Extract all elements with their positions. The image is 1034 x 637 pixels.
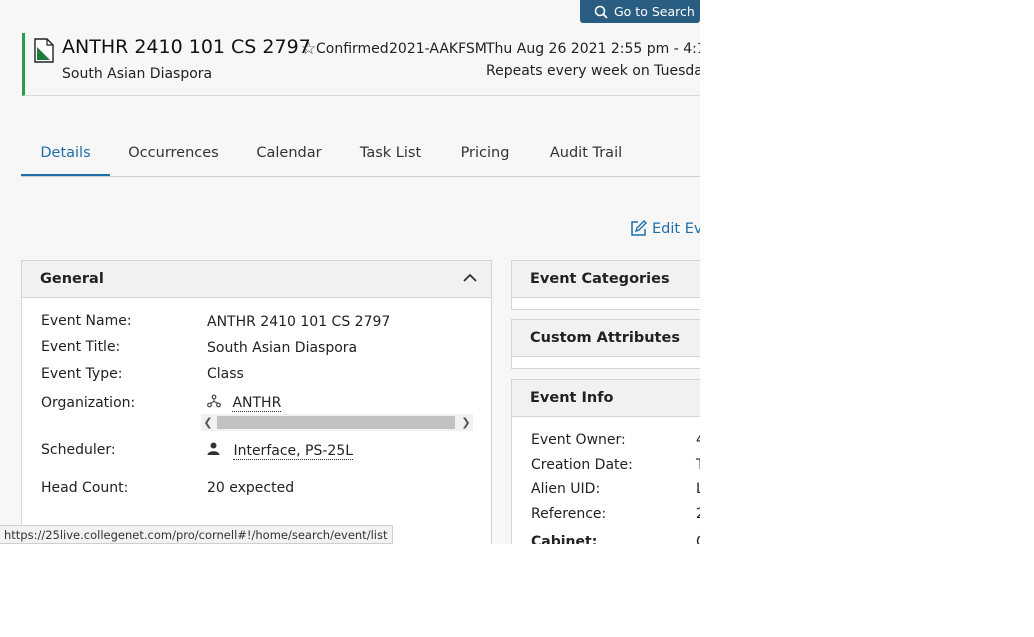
tab-task-list[interactable]: Task List (359, 145, 422, 174)
organization-label: Organization: (41, 395, 136, 411)
search-icon (594, 5, 608, 19)
go-to-search-label: Go to Search (614, 4, 695, 19)
person-icon (207, 442, 220, 455)
event-name-heading: ANTHR 2410 101 CS 2797 (62, 36, 311, 58)
scheduler-value: Interface, PS-25L (207, 442, 354, 460)
general-panel: General Event Name: ANTHR 2410 101 CS 27… (21, 260, 492, 544)
edit-event-label: Edit Eve (652, 220, 700, 237)
head-count-label: Head Count: (41, 480, 129, 496)
scroll-left-arrow-icon[interactable]: ❮ (201, 414, 215, 431)
creation-date-label: Creation Date: (531, 457, 633, 473)
tab-occurrences[interactable]: Occurrences (126, 145, 221, 174)
chevron-up-icon[interactable] (463, 273, 477, 283)
cabinet-value: C (696, 534, 700, 544)
tab-calendar[interactable]: Calendar (256, 145, 322, 174)
event-owner-value: 4 (696, 432, 700, 448)
event-info-panel: Event Info Event Owner: 4 Creation Date:… (511, 379, 700, 544)
alien-uid-label: Alien UID: (531, 481, 601, 497)
organization-link[interactable]: ANTHR (232, 395, 282, 412)
organization-icon (207, 394, 221, 408)
tab-details[interactable]: Details (21, 145, 110, 176)
reference-value: 2 (696, 506, 700, 522)
app-viewport: Go to Search ANTHR 2410 101 CS 2797 ☆ Co… (0, 0, 700, 544)
creation-date-value: T (696, 457, 700, 473)
event-title-label: Event Title: (41, 339, 121, 355)
event-title-value: South Asian Diaspora (207, 340, 358, 356)
general-heading: General (40, 271, 104, 287)
tab-audit-trail[interactable]: Audit Trail (549, 145, 623, 174)
event-header: ANTHR 2410 101 CS 2797 ☆ Confirmed 2021-… (22, 33, 700, 96)
go-to-search-button[interactable]: Go to Search (580, 0, 700, 23)
event-owner-label: Event Owner: (531, 432, 626, 448)
event-datetime: Thu Aug 26 2021 2:55 pm - 4:10 p (486, 41, 700, 57)
event-state: Confirmed (316, 41, 389, 57)
status-bar-url: https://25live.collegenet.com/pro/cornel… (0, 525, 394, 544)
event-categories-header[interactable]: Event Categories (512, 261, 700, 298)
event-type-label: Event Type: (41, 366, 123, 382)
scheduler-label: Scheduler: (41, 442, 116, 458)
cabinet-label: Cabinet: (531, 534, 598, 544)
organization-value: ANTHR (207, 394, 282, 412)
event-name-value: ANTHR 2410 101 CS 2797 (207, 314, 391, 330)
detail-tabs: Details Occurrences Calendar Task List P… (21, 145, 700, 177)
event-repeat-text: Repeats every week on Tuesday a (486, 63, 700, 79)
scroll-thumb[interactable] (217, 416, 455, 429)
alien-uid-value: L (696, 481, 700, 497)
favorite-star-icon[interactable]: ☆ (301, 39, 316, 59)
tab-pricing[interactable]: Pricing (459, 145, 511, 174)
edit-event-link[interactable]: Edit Eve (630, 220, 700, 237)
edit-icon (631, 220, 647, 236)
scroll-right-arrow-icon[interactable]: ❯ (459, 414, 473, 431)
event-type-value: Class (207, 366, 244, 382)
general-panel-header[interactable]: General (22, 261, 491, 298)
event-info-header[interactable]: Event Info (512, 380, 700, 417)
scheduler-link[interactable]: Interface, PS-25L (233, 443, 354, 460)
event-name-label: Event Name: (41, 313, 132, 329)
custom-attributes-header[interactable]: Custom Attributes (512, 320, 700, 357)
head-count-value: 20 expected (207, 480, 295, 496)
reference-label: Reference: (531, 506, 607, 522)
event-document-icon (34, 38, 54, 63)
organization-horizontal-scrollbar[interactable]: ❮ ❯ (201, 414, 473, 431)
custom-attributes-panel: Custom Attributes (511, 319, 700, 369)
event-locator: 2021-AAKFSM (389, 41, 487, 57)
event-title-subheading: South Asian Diaspora (62, 66, 213, 82)
event-categories-panel: Event Categories (511, 260, 700, 310)
